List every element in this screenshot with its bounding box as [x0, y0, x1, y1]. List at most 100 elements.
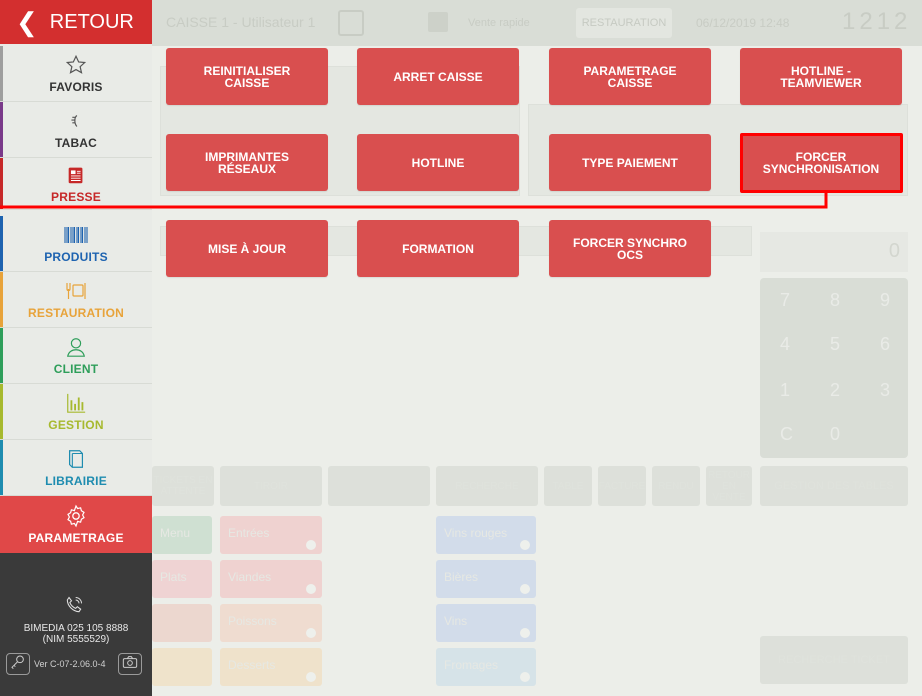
stop-register-button[interactable]: ARRET CAISSE: [357, 48, 519, 105]
sidebar-color-bar: [0, 272, 3, 327]
sidebar-item-produits[interactable]: PRODUITS: [0, 216, 152, 272]
register-settings-button[interactable]: PARAMETRAGE CAISSE: [549, 48, 711, 105]
category-button[interactable]: Entrées: [220, 516, 322, 554]
sidebar-color-bar: [0, 158, 3, 209]
info-button[interactable]: [118, 653, 142, 675]
sidebar-item-favoris[interactable]: FAVORIS: [0, 46, 152, 102]
phone-icon: [64, 595, 84, 620]
category-button[interactable]: Viandes: [220, 560, 322, 598]
plus-icon: [520, 584, 530, 594]
change-tile[interactable]: RENDU: [652, 466, 700, 506]
plus-icon: [520, 628, 530, 638]
drawer-tile[interactable]: TIROIR: [220, 466, 322, 506]
sidebar-color-bar: [0, 328, 3, 383]
restaurant-icon: [64, 280, 88, 302]
category-edge[interactable]: Plats: [152, 560, 212, 598]
sidebar-color-bar: [0, 216, 3, 271]
plus-icon: [306, 628, 316, 638]
tables-management-button[interactable]: GESTION DES TABLES: [760, 466, 908, 506]
category-button[interactable]: Fromages: [436, 648, 536, 686]
force-sync-button[interactable]: FORCER SYNCHRONISATION: [740, 134, 902, 191]
category-edge[interactable]: [152, 648, 212, 686]
back-button[interactable]: ❮ RETOUR: [0, 0, 152, 44]
sidebar-item-librairie[interactable]: LIBRAIRIE: [0, 440, 152, 496]
hotline-button[interactable]: HOTLINE: [357, 134, 519, 191]
category-button[interactable]: Vins rouges: [436, 516, 536, 554]
plus-icon: [306, 584, 316, 594]
table-tile[interactable]: TABLE: [544, 466, 592, 506]
category-edge[interactable]: Menu: [152, 516, 212, 554]
pos-mode-button[interactable]: RESTAURATION: [576, 8, 672, 38]
update-button[interactable]: MISE À JOUR: [166, 220, 328, 277]
hotline-teamviewer-button[interactable]: HOTLINE - TEAMVIEWER: [740, 48, 902, 105]
key-4[interactable]: 4: [780, 334, 790, 355]
sidebar-item-client[interactable]: CLIENT: [0, 328, 152, 384]
pos-code: 1212: [842, 8, 912, 35]
camera-icon: [122, 655, 138, 674]
key-7[interactable]: 7: [780, 290, 790, 311]
invoice-tile[interactable]: FACTURE: [598, 466, 646, 506]
key-0[interactable]: 0: [830, 424, 840, 445]
tickets-waiting-tile[interactable]: TICKETS EN ATTENTE: [152, 466, 214, 506]
gear-icon: [64, 504, 88, 527]
category-label: Vins rouges: [444, 526, 508, 540]
contact-number: BIMEDIA 025 105 8888: [23, 623, 129, 634]
key-clear[interactable]: C: [780, 424, 793, 445]
empty-tile[interactable]: [328, 466, 430, 506]
sidebar-item-tabac[interactable]: TABAC: [0, 102, 152, 158]
sidebar-item-restauration[interactable]: RESTAURATION: [0, 272, 152, 328]
sidebar-item-label: PARAMETRAGE: [28, 530, 124, 545]
key-6[interactable]: 6: [880, 334, 890, 355]
sidebar-item-label: LIBRAIRIE: [45, 473, 107, 488]
key-8[interactable]: 8: [830, 290, 840, 311]
plus-icon: [520, 540, 530, 550]
sidebar-item-parametrage[interactable]: PARAMETRAGE: [0, 496, 152, 553]
payment-type-button[interactable]: TYPE PAIEMENT: [549, 134, 711, 191]
keypad-display: 0: [760, 232, 908, 272]
chevron-left-icon: ❮: [16, 7, 38, 37]
key-button[interactable]: [6, 653, 30, 675]
key-9[interactable]: 9: [880, 290, 890, 311]
sidebar-item-label: PRODUITS: [44, 249, 108, 264]
sidebar-color-bar: [0, 440, 3, 495]
contact-nim: (NIM 5555529): [42, 634, 110, 645]
category-edge[interactable]: [152, 604, 212, 642]
category-button[interactable]: Bières: [436, 560, 536, 598]
sidebar-item-gestion[interactable]: GESTION: [0, 384, 152, 440]
sidebar-item-label: GESTION: [48, 417, 104, 432]
sidebar-item-label: CLIENT: [53, 361, 99, 376]
category-label: Poissons: [228, 614, 277, 628]
training-button[interactable]: FORMATION: [357, 220, 519, 277]
star-icon: [65, 54, 87, 76]
pos-datetime: 06/12/2019 12:48: [696, 16, 790, 30]
key-3[interactable]: 3: [880, 380, 890, 401]
search-tile[interactable]: RECHERCHE: [436, 466, 538, 506]
newspaper-icon: [65, 164, 87, 186]
numeric-keypad: 7 8 9 4 5 6 1 2 3 C 0: [760, 278, 908, 458]
reset-register-button[interactable]: REINITIALISER CAISSE: [166, 48, 328, 105]
key-2[interactable]: 2: [830, 380, 840, 401]
category-button[interactable]: Desserts: [220, 648, 322, 686]
return-sale-tile[interactable]: RETOUR EN VENTE: [706, 466, 752, 506]
sidebar-item-label: PRESSE: [51, 189, 101, 204]
category-button[interactable]: Poissons: [220, 604, 322, 642]
category-label: Desserts: [228, 658, 276, 672]
plus-icon: [306, 540, 316, 550]
key-5[interactable]: 5: [830, 334, 840, 355]
sidebar-color-bar: [0, 384, 3, 439]
sidebar-item-presse[interactable]: PRESSE: [0, 158, 152, 210]
sidebar-item-label: TABAC: [54, 135, 98, 150]
window-icon: [338, 10, 364, 36]
category-label: Vins: [444, 614, 468, 628]
barcode-icon: [64, 224, 88, 246]
sidebar-color-bar: [0, 46, 3, 101]
sidebar-color-bar: [0, 102, 3, 157]
pos-title: CAISSE 1 - Utilisateur 1: [166, 14, 316, 30]
force-sync-ocs-button[interactable]: FORCER SYNCHRO OCS: [549, 220, 711, 277]
search-ticket-button[interactable]: RECHERCHE TICKET: [760, 636, 908, 684]
category-button[interactable]: Vins: [436, 604, 536, 642]
key-1[interactable]: 1: [780, 380, 790, 401]
version-label: Ver C-07-2.06.0-4: [34, 659, 106, 669]
user-icon: [65, 336, 87, 358]
network-printers-button[interactable]: IMPRIMANTES RÉSEAUX: [166, 134, 328, 191]
